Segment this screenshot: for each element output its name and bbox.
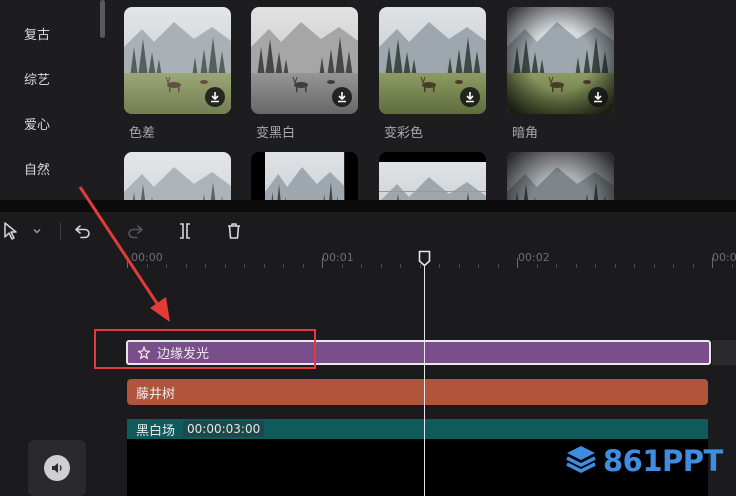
ruler-tick bbox=[361, 264, 362, 268]
effect-thumbnail-to-color[interactable] bbox=[379, 7, 486, 114]
playhead-handle[interactable] bbox=[418, 250, 431, 267]
category-item-nature[interactable]: 自然 bbox=[24, 159, 50, 178]
ruler-tick bbox=[263, 264, 265, 268]
ruler-tick bbox=[673, 264, 674, 268]
ruler-tick bbox=[166, 264, 167, 268]
download-icon[interactable] bbox=[588, 87, 608, 107]
category-item-variety[interactable]: 综艺 bbox=[24, 69, 50, 88]
filter-clip[interactable]: 藤井树 bbox=[127, 379, 708, 405]
category-scrollbar[interactable] bbox=[100, 0, 105, 38]
effect-thumbnail-vignette[interactable] bbox=[507, 7, 614, 114]
ruler-tick bbox=[302, 264, 304, 268]
category-item-love[interactable]: 爱心 bbox=[24, 114, 50, 133]
ruler-label: 00:02 bbox=[518, 251, 550, 264]
ruler-tick bbox=[283, 264, 284, 268]
ruler-tick bbox=[731, 264, 733, 268]
effect-label: 变黑白 bbox=[256, 126, 296, 141]
ruler-tick bbox=[400, 264, 401, 268]
ruler-tick bbox=[614, 264, 616, 268]
undo-icon[interactable] bbox=[72, 220, 94, 242]
ruler-tick bbox=[341, 264, 343, 268]
redo-icon[interactable] bbox=[124, 220, 146, 242]
time-ruler[interactable]: 00:00 00:01 00:02 00:0 bbox=[0, 250, 736, 272]
ruler-tick bbox=[595, 264, 596, 268]
toolbar-divider bbox=[60, 222, 61, 240]
speaker-icon bbox=[44, 455, 70, 481]
trash-icon[interactable] bbox=[223, 220, 245, 242]
ruler-major-tick bbox=[712, 258, 713, 268]
chevron-down-icon[interactable] bbox=[28, 220, 46, 242]
ruler-tick bbox=[478, 264, 479, 268]
video-clip-duration: 00:00:03:00 bbox=[183, 421, 265, 437]
ruler-label: 00:01 bbox=[322, 251, 354, 264]
ruler-major-tick bbox=[322, 258, 323, 268]
effect-thumbnail[interactable] bbox=[124, 152, 231, 200]
ruler-tick bbox=[634, 264, 635, 268]
ruler-tick bbox=[575, 264, 577, 268]
effect-label: 暗角 bbox=[512, 126, 539, 141]
download-icon[interactable] bbox=[460, 87, 480, 107]
ruler-tick bbox=[224, 264, 226, 268]
ruler-tick bbox=[146, 264, 148, 268]
ruler-tick bbox=[380, 264, 382, 268]
ruler-tick bbox=[185, 264, 187, 268]
split-icon[interactable] bbox=[174, 220, 196, 242]
ruler-tick bbox=[692, 264, 694, 268]
effect-thumbnail[interactable] bbox=[379, 152, 486, 200]
download-icon[interactable] bbox=[332, 87, 352, 107]
watermark: 861PPT bbox=[565, 444, 723, 478]
video-clip-header: 黑白场 00:00:03:00 bbox=[127, 419, 708, 439]
ruler-major-tick bbox=[517, 258, 518, 268]
effects-panel: 复古 综艺 爱心 自然 色差 变黑白 变彩色 暗角 bbox=[0, 0, 736, 200]
playhead-line bbox=[424, 258, 425, 496]
category-list: 复古 综艺 爱心 自然 bbox=[0, 0, 110, 200]
video-clip-label: 黑白场 bbox=[136, 423, 176, 439]
effect-thumbnail-black-white[interactable] bbox=[251, 7, 358, 114]
pointer-icon[interactable] bbox=[0, 220, 22, 242]
effect-label: 色差 bbox=[129, 126, 156, 141]
ruler-tick bbox=[205, 264, 206, 268]
ruler-tick bbox=[653, 264, 655, 268]
annotation-highlight-box bbox=[94, 329, 316, 369]
effect-thumbnail[interactable] bbox=[251, 152, 358, 200]
download-icon[interactable] bbox=[205, 87, 225, 107]
ruler-tick bbox=[556, 264, 557, 268]
ruler-tick bbox=[244, 264, 245, 268]
ruler-tick bbox=[497, 264, 499, 268]
effect-label: 变彩色 bbox=[384, 126, 424, 141]
timeline-toolbar bbox=[0, 212, 736, 250]
panel-separator bbox=[0, 200, 736, 212]
ruler-tick bbox=[536, 264, 538, 268]
watermark-text: 861PPT bbox=[603, 444, 723, 478]
filter-clip-label: 藤井树 bbox=[136, 386, 176, 402]
ruler-major-tick bbox=[127, 258, 128, 268]
effect-thumbnail[interactable] bbox=[507, 152, 614, 200]
ruler-label: 00:00 bbox=[131, 251, 163, 264]
ruler-tick bbox=[458, 264, 460, 268]
ruler-label: 00:0 bbox=[712, 251, 736, 264]
ruler-tick bbox=[439, 264, 440, 268]
track-filler bbox=[712, 340, 736, 365]
category-item-retro[interactable]: 复古 bbox=[24, 24, 50, 43]
mute-button[interactable] bbox=[28, 440, 86, 496]
layers-logo-icon bbox=[565, 444, 597, 478]
effect-thumbnail-chromatic[interactable] bbox=[124, 7, 231, 114]
